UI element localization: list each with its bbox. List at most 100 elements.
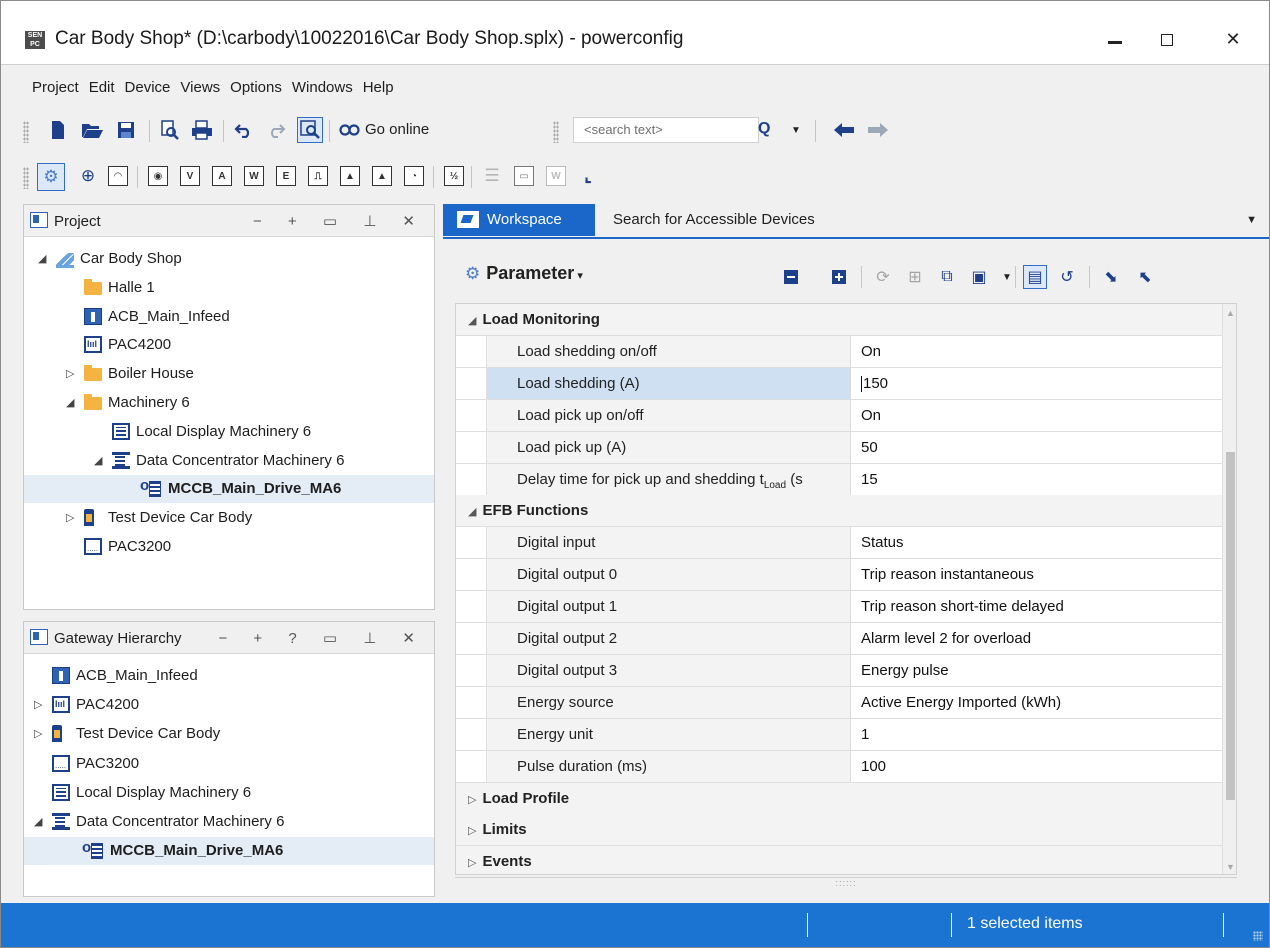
tree-item[interactable]: Halle 1 xyxy=(24,274,434,302)
message-button[interactable]: ▭ xyxy=(511,163,537,189)
tree-item[interactable]: ◢ Machinery 6 xyxy=(24,389,434,417)
category-row[interactable]: ▷ Limits xyxy=(456,814,1222,847)
tree-item[interactable]: ▷ PAC4200 xyxy=(24,691,434,719)
alarm-button[interactable]: ▲ xyxy=(337,163,363,189)
print-preview-button[interactable] xyxy=(157,117,183,143)
collapse-arrow-icon[interactable]: ◢ xyxy=(34,815,42,828)
close-button[interactable]: ✕ xyxy=(1215,23,1251,55)
tree-item[interactable]: ACB_Main_Infeed xyxy=(24,303,434,331)
menu-views[interactable]: Views xyxy=(175,75,225,101)
tree-item[interactable]: PAC3200 xyxy=(24,533,434,561)
refresh-button[interactable]: ⟳ xyxy=(871,265,895,289)
tree-item[interactable]: PAC4200 xyxy=(24,331,434,359)
property-value[interactable]: On xyxy=(850,399,1222,431)
property-value[interactable]: 50 xyxy=(850,431,1222,463)
export-button[interactable]: ⬉ xyxy=(1133,265,1157,289)
search-dropdown-button[interactable]: ▼ xyxy=(783,117,809,143)
collapse-arrow-icon[interactable]: ◢ xyxy=(94,454,102,467)
tree-item[interactable]: ◢ Car Body Shop xyxy=(24,245,434,273)
expand-arrow-icon[interactable]: ▷ xyxy=(468,857,476,869)
gauge-button[interactable]: ◠ xyxy=(105,163,131,189)
power-button[interactable]: W xyxy=(241,163,267,189)
category-row[interactable]: ◢ Load Monitoring xyxy=(456,304,1222,336)
redo-button[interactable] xyxy=(263,117,289,143)
tree-item[interactable]: ▷ Test Device Car Body xyxy=(24,720,434,748)
collapse-arrow-icon[interactable]: ◢ xyxy=(468,315,476,327)
undo-button[interactable] xyxy=(231,117,257,143)
property-row[interactable]: Delay time for pick up and shedding tLoa… xyxy=(456,463,1222,496)
property-row[interactable]: Digital output 1 Trip reason short-time d… xyxy=(456,591,1222,624)
voltage-button[interactable]: V xyxy=(177,163,203,189)
property-value[interactable]: Trip reason short-time delayed xyxy=(850,591,1222,623)
tabs-dropdown-icon[interactable]: ▼ xyxy=(1246,214,1257,226)
add-device-button[interactable]: ▣ xyxy=(967,265,991,289)
menu-help[interactable]: Help xyxy=(358,75,399,101)
search-icon[interactable]: Q xyxy=(758,120,770,138)
resize-grip[interactable] xyxy=(1253,931,1263,941)
save-button[interactable] xyxy=(113,117,139,143)
tree-item[interactable]: ▷ Boiler House xyxy=(24,360,434,388)
property-row[interactable]: Load pick up on/off On xyxy=(456,399,1222,432)
chart-button[interactable]: ◔ xyxy=(401,163,427,189)
property-row[interactable]: Load shedding (A) 150 xyxy=(456,367,1222,400)
new-file-button[interactable] xyxy=(45,117,71,143)
view-button[interactable]: ◉ xyxy=(145,163,171,189)
tab-search-accessible-devices[interactable]: Search for Accessible Devices xyxy=(603,204,825,236)
reset-button[interactable]: ↺ xyxy=(1055,265,1079,289)
tab-workspace[interactable]: Workspace xyxy=(443,204,595,236)
property-row[interactable]: Load pick up (A) 50 xyxy=(456,431,1222,464)
digital-io-button[interactable]: ⎍ xyxy=(305,163,331,189)
tree-item[interactable]: ACB_Main_Infeed xyxy=(24,662,434,690)
expand-arrow-icon[interactable]: ▷ xyxy=(34,727,42,740)
property-row[interactable]: Energy unit 1 xyxy=(456,718,1222,751)
tree-item[interactable]: MCCB_Main_Drive_MA6 xyxy=(24,837,434,866)
property-row[interactable]: Digital output 2 Alarm level 2 for overlo… xyxy=(456,623,1222,655)
category-row[interactable]: ▷ Events xyxy=(456,846,1222,874)
scroll-up-icon[interactable]: ▲ xyxy=(1226,308,1235,318)
tree-item[interactable]: ◢ Data Concentrator Machinery 6 xyxy=(24,447,434,475)
current-button[interactable]: A xyxy=(209,163,235,189)
energy-button[interactable]: E xyxy=(273,163,299,189)
find-devices-button[interactable] xyxy=(297,117,323,143)
property-row[interactable]: Digital input Status xyxy=(456,527,1222,560)
property-value[interactable]: Active Energy Imported (kWh) xyxy=(850,686,1222,718)
panel-controls[interactable]: − + ? ▭ ⊥ ✕ xyxy=(218,629,426,647)
open-button[interactable] xyxy=(79,117,105,143)
curve-button[interactable]: ⌞ xyxy=(575,163,601,189)
tree-item[interactable]: Local Display Machinery 6 xyxy=(24,779,434,807)
property-row[interactable]: Load shedding on/off On xyxy=(456,335,1222,368)
expand-arrow-icon[interactable]: ▷ xyxy=(66,367,74,380)
search-input[interactable]: <search text> xyxy=(573,117,759,143)
tree-item[interactable]: MCCB_Main_Drive_MA6 xyxy=(24,475,434,504)
toolbar-grip[interactable] xyxy=(23,121,29,143)
expand-arrow-icon[interactable]: ▷ xyxy=(66,511,74,524)
property-value[interactable]: On xyxy=(850,335,1222,367)
expand-arrow-icon[interactable]: ▷ xyxy=(468,825,476,837)
go-online-button[interactable]: Go online xyxy=(365,121,429,138)
description-splitter[interactable]: :::::: xyxy=(455,877,1237,891)
expand-arrow-icon[interactable]: ▷ xyxy=(468,794,476,806)
menu-options[interactable]: Options xyxy=(225,75,287,101)
tree-item[interactable]: ▷ Test Device Car Body xyxy=(24,504,434,532)
menu-project[interactable]: Project xyxy=(27,75,84,101)
minimize-button[interactable] xyxy=(1097,23,1133,55)
category-row[interactable]: ▷ Load Profile xyxy=(456,782,1222,815)
menu-edit[interactable]: Edit xyxy=(84,75,120,101)
toolbar-grip[interactable] xyxy=(23,167,29,189)
property-row[interactable]: Digital output 0 Trip reason instantaneou… xyxy=(456,559,1222,592)
parameter-menu[interactable]: ⚙ Parameter ▾ xyxy=(465,263,583,284)
scrollbar-thumb[interactable] xyxy=(1226,452,1235,800)
collapse-arrow-icon[interactable]: ◢ xyxy=(38,252,46,265)
scroll-down-icon[interactable]: ▼ xyxy=(1226,862,1235,872)
menu-device[interactable]: Device xyxy=(120,75,176,101)
forward-button[interactable] xyxy=(865,117,891,143)
tree-item[interactable]: ◢ Data Concentrator Machinery 6 xyxy=(24,808,434,836)
property-value[interactable]: Energy pulse xyxy=(850,654,1222,686)
w-button[interactable]: W xyxy=(543,163,569,189)
property-row[interactable]: Energy source Active Energy Imported (kWh… xyxy=(456,686,1222,719)
property-row[interactable]: Pulse duration (ms) 100 xyxy=(456,750,1222,783)
property-value[interactable]: 15 xyxy=(850,463,1222,495)
property-value[interactable]: 1 xyxy=(850,718,1222,750)
property-value[interactable]: Alarm level 2 for overload xyxy=(850,623,1222,654)
property-row[interactable]: Digital output 3 Energy pulse xyxy=(456,654,1222,687)
